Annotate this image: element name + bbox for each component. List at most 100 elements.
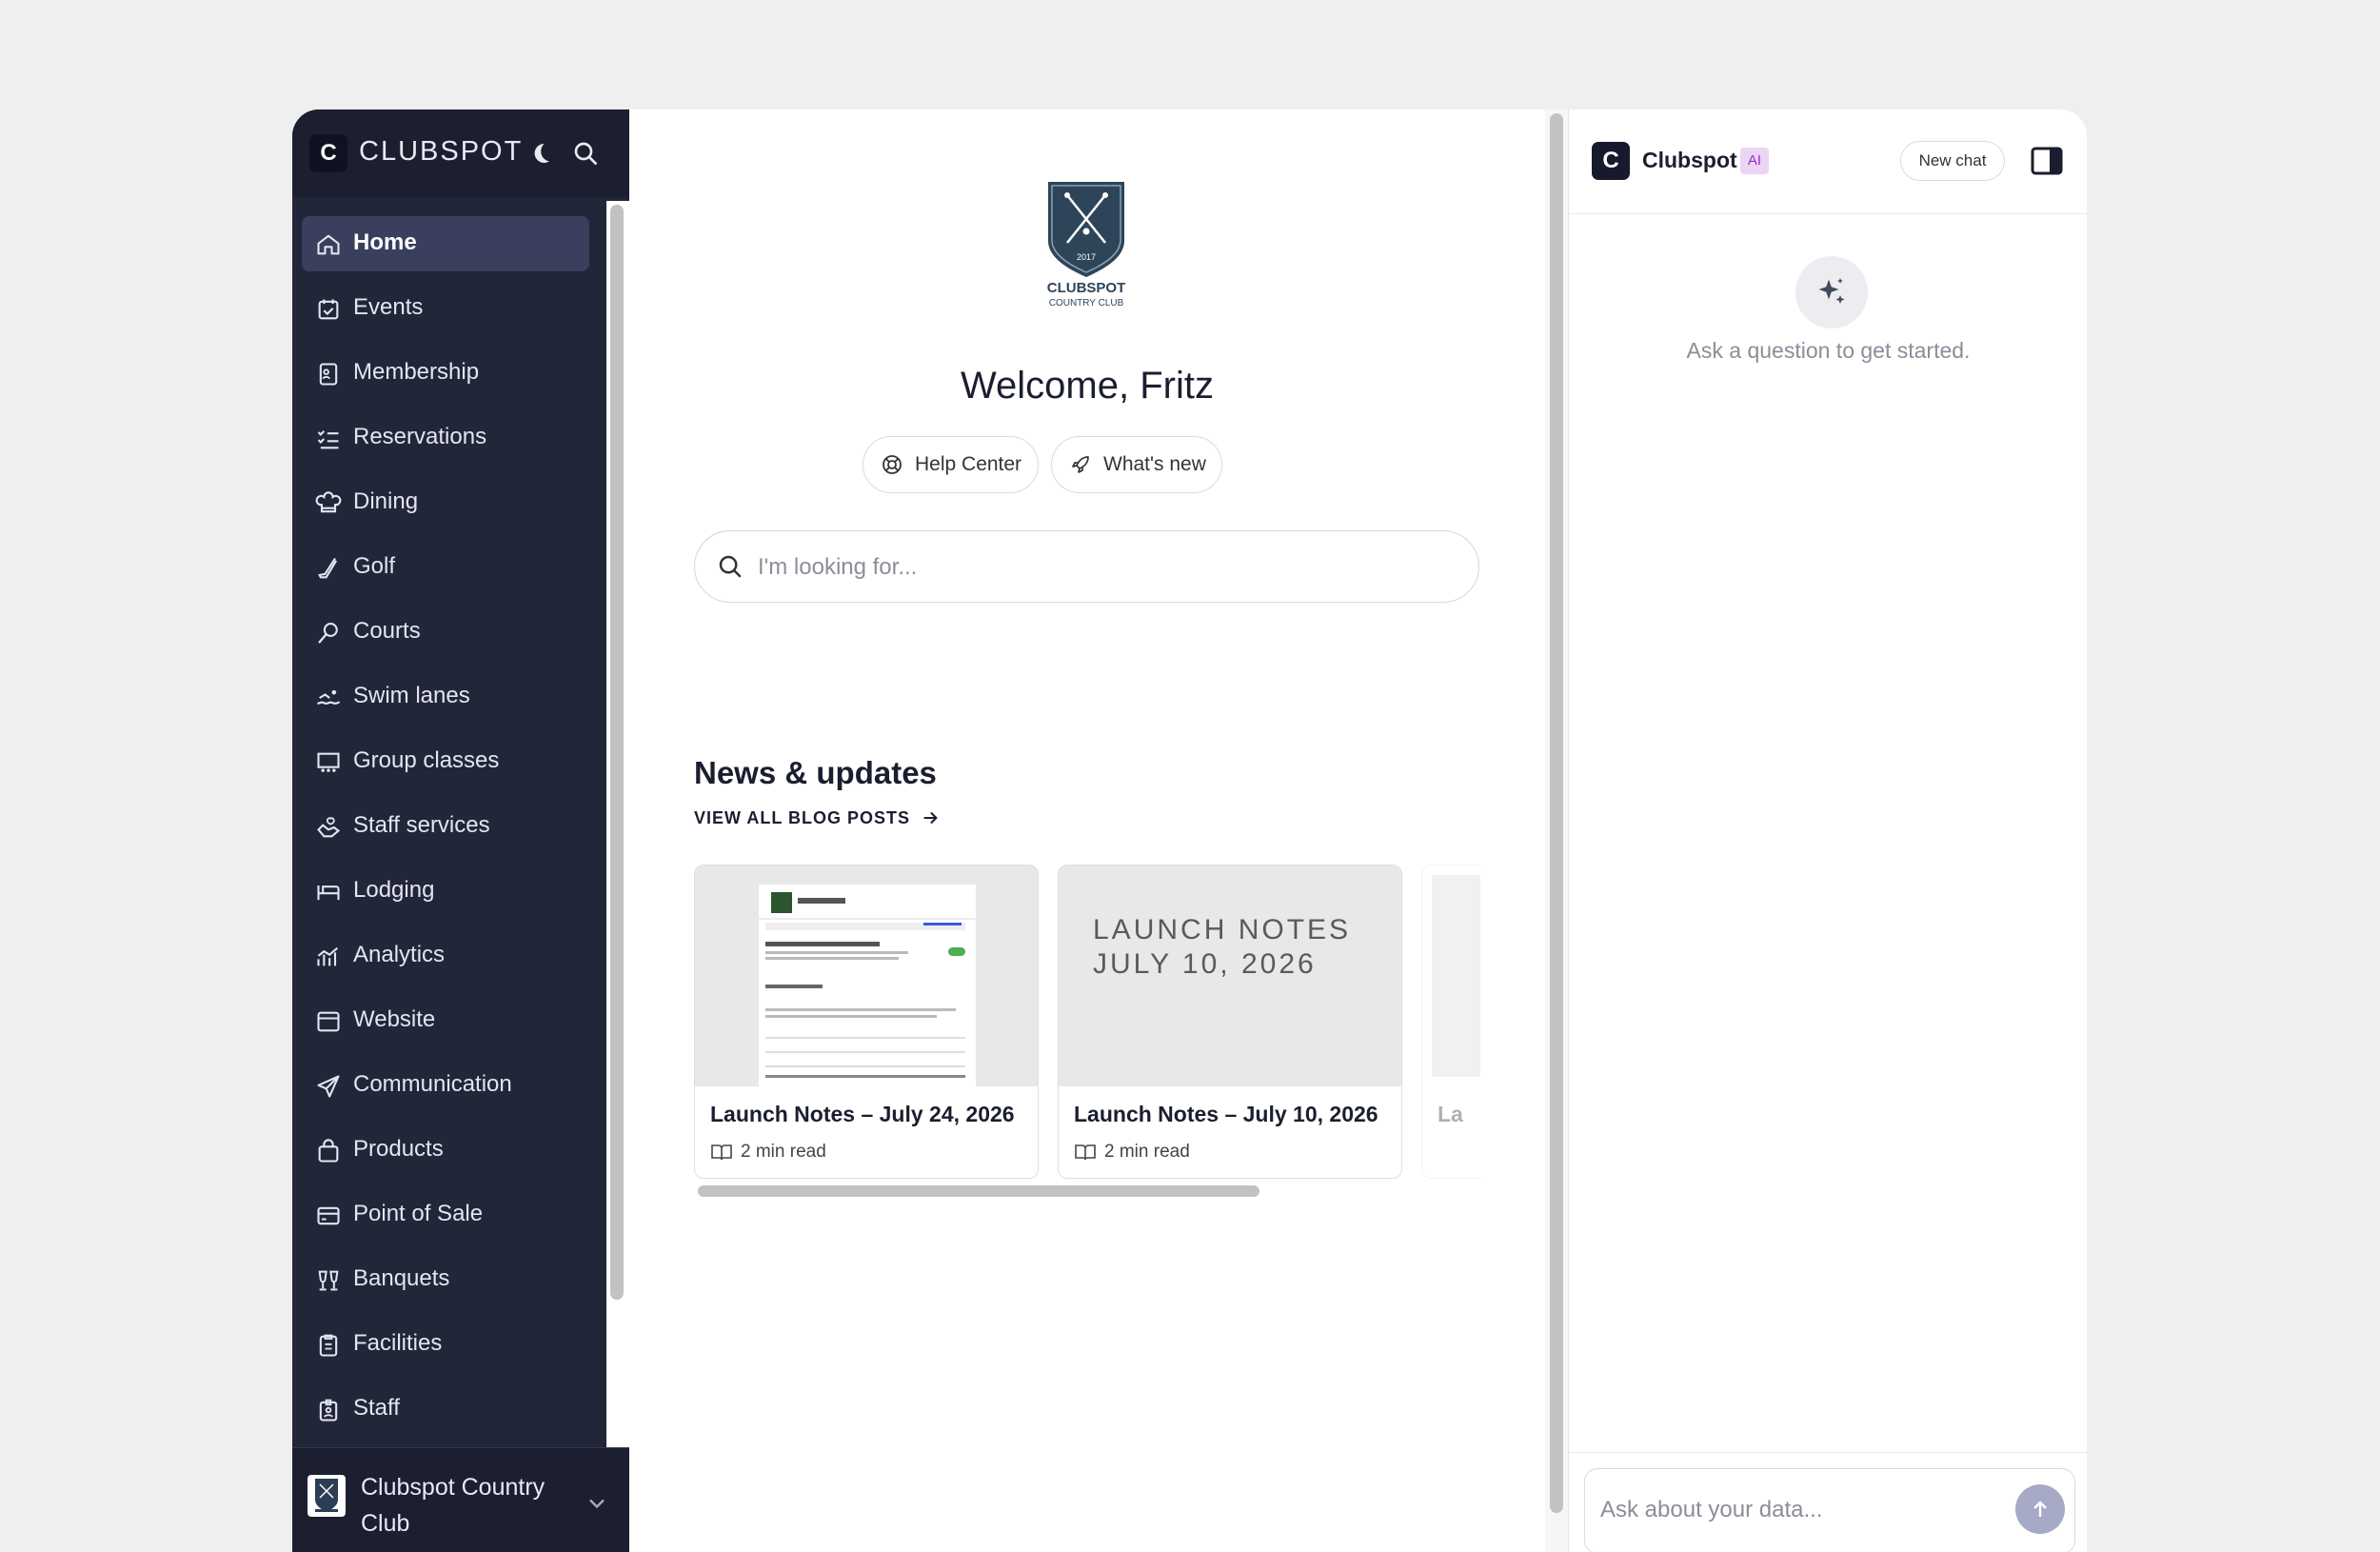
crest-text-bottom: COUNTRY CLUB	[1049, 298, 1124, 308]
sidebar-item-home[interactable]: Home	[302, 216, 589, 271]
book-open-icon	[711, 1144, 732, 1161]
sidebar-item-facilities[interactable]: Facilities	[302, 1317, 589, 1372]
sidebar: C CLUBSPOT Home Events Membership Reserv…	[292, 109, 629, 1552]
ai-input-area	[1569, 1452, 2087, 1552]
sidebar-item-label: Staff	[353, 1395, 400, 1421]
ai-badge: AI	[1740, 148, 1769, 174]
sidebar-header: C CLUBSPOT	[292, 109, 629, 197]
club-crest-logo: 2017 CLUBSPOT COUNTRY CLUB	[1047, 182, 1126, 308]
bag-icon	[315, 1138, 342, 1164]
hand-heart-icon	[315, 814, 342, 841]
sidebar-scrollbar-thumb[interactable]	[610, 205, 624, 1300]
sidebar-item-label: Banquets	[353, 1265, 450, 1291]
help-center-button[interactable]: Help Center	[863, 436, 1039, 493]
send-button[interactable]	[2015, 1484, 2065, 1534]
search-input[interactable]	[756, 545, 1464, 590]
arrow-right-icon	[923, 811, 938, 825]
card-title: Launch Notes – July 10, 2026	[1074, 1102, 1378, 1126]
chevron-down-icon	[589, 1499, 605, 1509]
swimmer-icon	[315, 685, 342, 711]
sidebar-toggle-icon[interactable]	[2030, 146, 2064, 176]
whats-new-label: What's new	[1103, 453, 1206, 475]
brand-logo[interactable]: C	[309, 134, 347, 172]
sidebar-item-website[interactable]: Website	[302, 993, 589, 1048]
sidebar-item-label: Analytics	[353, 942, 446, 967]
sidebar-item-staff-services[interactable]: Staff services	[302, 799, 589, 854]
arrow-up-icon	[2033, 1501, 2047, 1517]
main-scrollbar-thumb[interactable]	[1550, 113, 1563, 1513]
sidebar-item-label: Dining	[353, 488, 419, 514]
book-open-icon	[1075, 1144, 1096, 1161]
view-all-label: VIEW ALL BLOG POSTS	[694, 807, 911, 827]
sidebar-item-label: Products	[353, 1136, 444, 1162]
list-check-icon	[315, 426, 342, 452]
club-switcher[interactable]: Clubspot Country Club	[292, 1447, 629, 1552]
ai-chat-input[interactable]	[1598, 1490, 1983, 1530]
main-content: 2017 CLUBSPOT COUNTRY CLUB Welcome, Frit…	[629, 109, 1545, 1552]
sidebar-item-dining[interactable]: Dining	[302, 475, 589, 530]
presentation-icon	[315, 749, 342, 776]
page-title: Welcome, Fritz	[961, 365, 1214, 407]
sidebar-item-swim-lanes[interactable]: Swim lanes	[302, 669, 589, 725]
crest-text-top: CLUBSPOT	[1047, 280, 1126, 296]
id-card-icon	[315, 361, 342, 388]
sidebar-item-membership[interactable]: Membership	[302, 346, 589, 401]
ai-empty-state: Ask a question to get started.	[1686, 338, 1971, 363]
brand-name[interactable]: CLUBSPOT	[359, 136, 523, 168]
sidebar-item-staff[interactable]: Staff	[302, 1382, 589, 1437]
search-bar	[694, 530, 1479, 603]
card-thumbnail: LAUNCH NOTES JULY 10, 2026	[1059, 866, 1401, 1086]
news-card[interactable]: Launch Notes – July 24, 2026 2 min read	[694, 865, 1039, 1179]
sidebar-item-banquets[interactable]: Banquets	[302, 1252, 589, 1307]
sidebar-item-label: Home	[353, 229, 417, 255]
thumbnail-text: LAUNCH NOTES JULY 10, 2026	[1093, 913, 1351, 982]
sidebar-item-courts[interactable]: Courts	[302, 605, 589, 660]
sidebar-item-label: Point of Sale	[353, 1201, 484, 1226]
ai-title: Clubspot	[1642, 148, 1737, 172]
whats-new-button[interactable]: What's new	[1051, 436, 1222, 493]
new-chat-button[interactable]: New chat	[1900, 141, 2005, 181]
browser-icon	[315, 1008, 342, 1035]
news-card[interactable]: LAUNCH NOTES JULY 10, 2026 Launch Notes …	[1058, 865, 1402, 1179]
app-window: C CLUBSPOT Home Events Membership Reserv…	[292, 109, 2087, 1552]
rocket-icon	[1072, 456, 1089, 473]
ai-input-wrapper	[1584, 1468, 2075, 1552]
sidebar-item-label: Communication	[353, 1071, 512, 1097]
sidebar-item-group-classes[interactable]: Group classes	[302, 734, 589, 789]
card-meta: 2 min read	[1074, 1142, 1190, 1163]
sidebar-item-label: Golf	[353, 553, 396, 579]
chef-hat-icon	[315, 490, 342, 517]
home-icon	[315, 231, 342, 258]
sidebar-item-communication[interactable]: Communication	[302, 1058, 589, 1113]
read-time: 2 min read	[1104, 1142, 1190, 1162]
sidebar-item-label: Website	[353, 1006, 436, 1032]
search-button[interactable]	[570, 138, 601, 169]
sidebar-item-label: Events	[353, 294, 424, 320]
ai-panel-header: C Clubspot AI New chat	[1569, 109, 2087, 214]
news-carousel: Launch Notes – July 24, 2026 2 min read …	[694, 865, 1480, 1198]
sidebar-item-products[interactable]: Products	[302, 1123, 589, 1178]
credit-card-icon	[315, 1203, 342, 1229]
card-title: La	[1438, 1102, 1463, 1126]
sidebar-item-label: Group classes	[353, 747, 500, 773]
search-icon	[719, 555, 742, 578]
sidebar-item-point-of-sale[interactable]: Point of Sale	[302, 1187, 589, 1243]
sidebar-item-golf[interactable]: Golf	[302, 540, 589, 595]
moon-icon	[534, 143, 549, 163]
club-name: Clubspot Country Club	[361, 1474, 545, 1537]
sidebar-item-lodging[interactable]: Lodging	[302, 864, 589, 919]
sidebar-item-analytics[interactable]: Analytics	[302, 928, 589, 984]
sidebar-item-label: Swim lanes	[353, 683, 470, 708]
racket-icon	[315, 620, 342, 647]
carousel-scrollbar-thumb[interactable]	[698, 1185, 1259, 1197]
thumbnail-text-line-1: LAUNCH NOTES	[1093, 914, 1352, 945]
sidebar-item-events[interactable]: Events	[302, 281, 589, 336]
sidebar-item-label: Lodging	[353, 877, 435, 903]
news-card[interactable]: La	[1421, 865, 1480, 1179]
dark-mode-toggle[interactable]	[525, 138, 555, 169]
view-all-blog-posts-link[interactable]: VIEW ALL BLOG POSTS	[694, 807, 941, 828]
sidebar-item-reservations[interactable]: Reservations	[302, 410, 589, 466]
news-section-title: News & updates	[694, 755, 937, 790]
crest-year: 2017	[1077, 252, 1096, 262]
chart-icon	[315, 944, 342, 970]
